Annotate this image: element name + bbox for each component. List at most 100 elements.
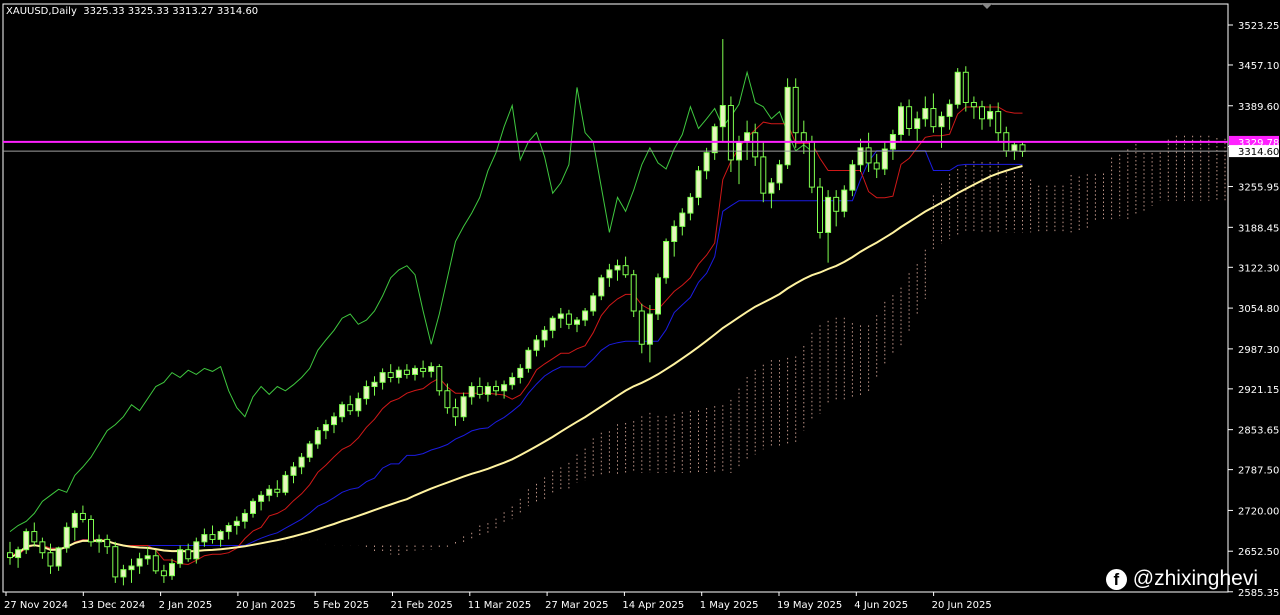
candle-body — [630, 274, 637, 312]
candle-body — [987, 111, 994, 120]
candle-body — [79, 512, 86, 520]
symbol-info: XAUUSD,Daily 3325.33 3325.33 3313.27 331… — [6, 6, 258, 17]
watermark: f @zhixinghevi — [1105, 567, 1258, 591]
candle-body — [995, 111, 1002, 134]
candle-body — [598, 277, 605, 297]
candle-body — [857, 147, 864, 166]
y-tick-label: 3389.60 — [1238, 102, 1279, 113]
ma-line — [9, 165, 1023, 559]
y-tick-label: 2987.30 — [1238, 345, 1279, 356]
candle-body — [250, 500, 256, 514]
candle-body — [23, 531, 30, 551]
candle-body — [768, 182, 775, 194]
candle-body — [452, 407, 459, 418]
candle-body — [298, 456, 305, 468]
candle-body — [865, 147, 872, 164]
candle-body — [792, 86, 799, 134]
chart-shift-marker[interactable] — [982, 4, 992, 9]
candle-body — [954, 71, 961, 105]
candle-body — [71, 512, 78, 528]
candle-body — [347, 404, 354, 412]
candle-body — [193, 541, 200, 560]
y-tick-label: 3122.30 — [1238, 263, 1279, 274]
candle-body — [590, 295, 597, 312]
candle-body — [274, 488, 281, 493]
candle-body — [152, 555, 159, 572]
candle-body — [873, 162, 880, 170]
candle-body — [979, 106, 985, 120]
candle-body — [387, 372, 394, 378]
candle-body — [501, 384, 508, 392]
y-tick-label: 2787.50 — [1238, 466, 1279, 477]
candle-body — [484, 386, 491, 395]
candle-body — [557, 313, 564, 319]
y-tick-label: 3457.10 — [1238, 61, 1279, 72]
y-tick-label: 3255.95 — [1238, 183, 1279, 194]
symbol-label: XAUUSD,Daily — [6, 6, 77, 17]
candle-body — [565, 313, 572, 325]
candle-body — [930, 108, 937, 128]
candle-body — [687, 196, 694, 214]
candle-body — [655, 277, 661, 315]
x-tick-label: 21 Feb 2025 — [391, 600, 453, 611]
candle-body — [574, 319, 580, 325]
candle-body — [703, 152, 710, 172]
candle-body — [136, 558, 143, 567]
candle-body — [817, 186, 823, 233]
price-chart[interactable]: 3523.25 3457.10 3389.60 3255.95 3188.45 3122.… — [0, 0, 1280, 615]
chart-frame — [2, 3, 1229, 593]
y-tick-label: 2720.00 — [1238, 506, 1279, 517]
candle-body — [233, 520, 240, 527]
candle-body — [395, 369, 402, 378]
candle-body — [533, 339, 540, 351]
candle-body — [225, 525, 232, 533]
candle-body — [1011, 144, 1018, 152]
candle-body — [266, 488, 273, 496]
candle-body — [63, 526, 70, 549]
candle-body — [833, 196, 840, 212]
x-tick-label: 13 Dec 2024 — [81, 600, 145, 611]
candle-body — [679, 212, 686, 227]
candle-body — [282, 474, 289, 493]
candle-body — [760, 156, 767, 194]
candle-body — [217, 531, 224, 540]
candle-body — [144, 555, 151, 560]
candle-body — [719, 105, 726, 128]
x-tick-label: 27 Nov 2024 — [4, 600, 68, 611]
candle-body — [177, 549, 184, 565]
candle-body — [914, 118, 921, 129]
candle-body — [128, 565, 135, 571]
candle-body — [412, 367, 418, 375]
candle-body — [776, 164, 783, 184]
candle-body — [104, 538, 111, 548]
y-tick-label: 3054.80 — [1238, 304, 1279, 315]
x-tick-label: 20 Jan 2025 — [236, 600, 296, 611]
candle-body — [436, 366, 443, 392]
candle-body — [808, 141, 815, 188]
candle-body — [7, 552, 13, 559]
x-tick-label: 20 Jun 2025 — [932, 600, 992, 611]
candle-body — [663, 240, 670, 279]
candle-body — [258, 494, 265, 502]
candle-body — [241, 512, 248, 522]
candle-body — [339, 404, 346, 418]
price-axis: 3523.25 3457.10 3389.60 3255.95 3188.45 3122.… — [1228, 21, 1279, 599]
candle-body — [541, 329, 548, 341]
candle-body — [185, 549, 192, 560]
candle-body — [517, 367, 524, 378]
candle-body — [946, 103, 953, 117]
candle-body — [322, 424, 329, 432]
candle-body — [468, 386, 475, 398]
candle-body — [711, 126, 718, 154]
candle-body — [120, 569, 127, 578]
candle-body — [525, 349, 532, 369]
candle-body — [88, 518, 94, 543]
watermark-handle: @zhixinghevi — [1132, 567, 1258, 590]
candle-body — [638, 310, 645, 345]
candle-body — [39, 541, 46, 554]
candle-body — [549, 317, 556, 331]
candle-body — [314, 430, 321, 445]
candle-body — [784, 86, 791, 166]
candle-body — [444, 390, 451, 409]
candle-body — [96, 538, 103, 543]
